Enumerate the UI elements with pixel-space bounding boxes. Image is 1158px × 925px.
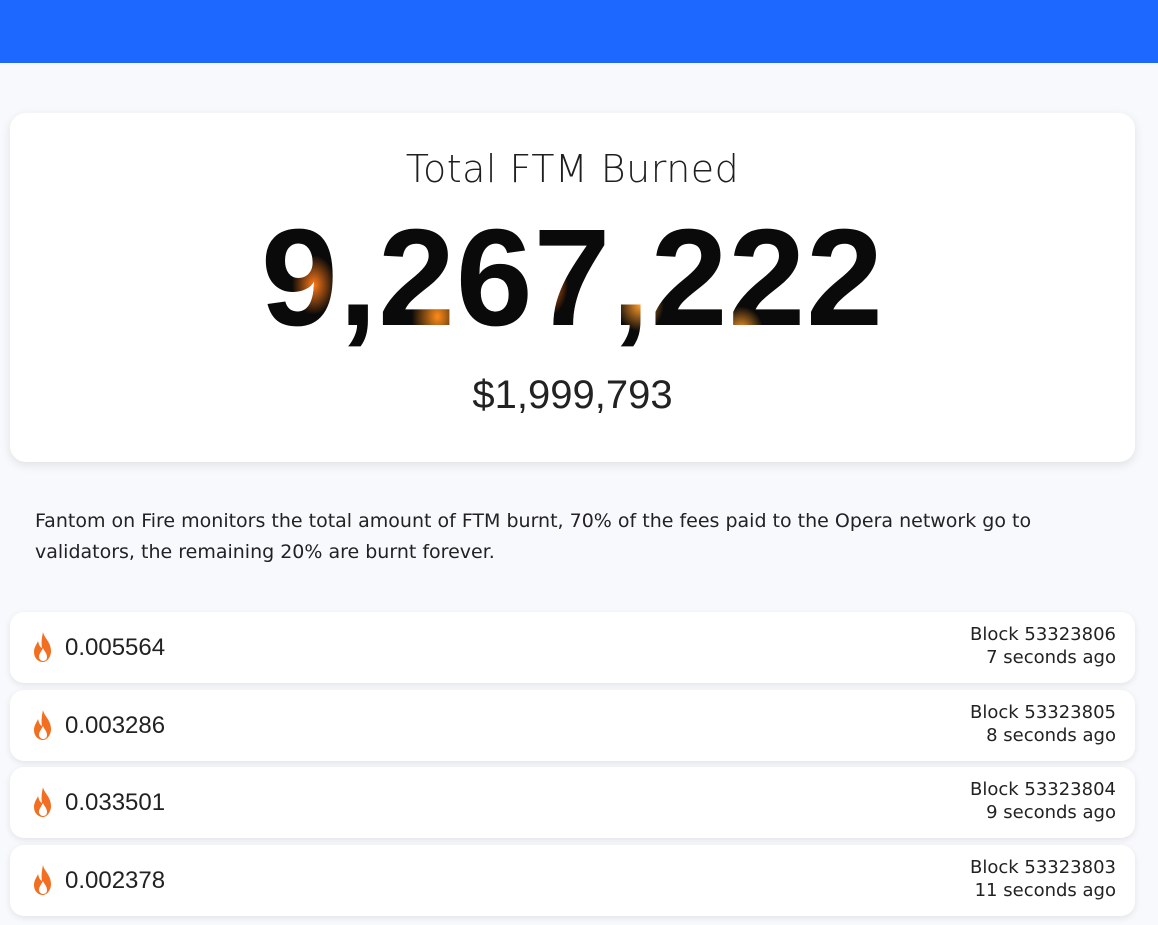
burn-meta: Block 53323803 11 seconds ago xyxy=(970,856,1116,902)
burn-meta: Block 53323805 8 seconds ago xyxy=(970,701,1116,747)
top-bar xyxy=(0,0,1158,63)
burn-time: 7 seconds ago xyxy=(986,647,1116,668)
flame-icon xyxy=(34,787,51,817)
block-number-link[interactable]: Block 53323805 xyxy=(970,701,1116,724)
burn-meta: Block 53323804 9 seconds ago xyxy=(970,778,1116,824)
block-number-link[interactable]: Block 53323803 xyxy=(970,856,1116,879)
total-burned-title: Total FTM Burned xyxy=(405,147,740,191)
burn-amount: 0.003286 xyxy=(65,711,166,739)
description-text: Fantom on Fire monitors the total amount… xyxy=(35,510,1032,563)
burn-meta: Block 53323806 7 seconds ago xyxy=(970,623,1116,669)
burn-list: 0.005564 Block 53323806 7 seconds ago 0.… xyxy=(10,612,1135,922)
burn-time: 11 seconds ago xyxy=(974,879,1116,901)
burn-amount: 0.002378 xyxy=(65,866,166,894)
burn-row: 0.033501 Block 53323804 9 seconds ago xyxy=(10,767,1135,838)
burn-time: 8 seconds ago xyxy=(986,724,1116,746)
burn-row: 0.002378 Block 53323803 11 seconds ago xyxy=(10,844,1135,916)
burn-amount: 0.033501 xyxy=(65,789,166,816)
block-number-link[interactable]: Block 53323804 xyxy=(970,778,1116,801)
burn-time: 9 seconds ago xyxy=(986,802,1116,823)
burn-row: 0.003286 Block 53323805 8 seconds ago xyxy=(10,689,1135,761)
total-burned-amount: 9,267,222 xyxy=(10,209,1135,347)
block-number-link[interactable]: Block 53323806 xyxy=(970,623,1116,646)
burn-row: 0.005564 Block 53323806 7 seconds ago xyxy=(10,612,1135,683)
flame-icon xyxy=(34,709,51,740)
flame-icon xyxy=(34,864,51,895)
total-burned-usd: $1,999,793 xyxy=(472,373,673,417)
flame-icon xyxy=(34,632,51,662)
burn-amount: 0.005564 xyxy=(65,634,166,661)
total-burned-card: Total FTM Burned 9,267,222 $1,999,793 xyxy=(10,113,1135,462)
